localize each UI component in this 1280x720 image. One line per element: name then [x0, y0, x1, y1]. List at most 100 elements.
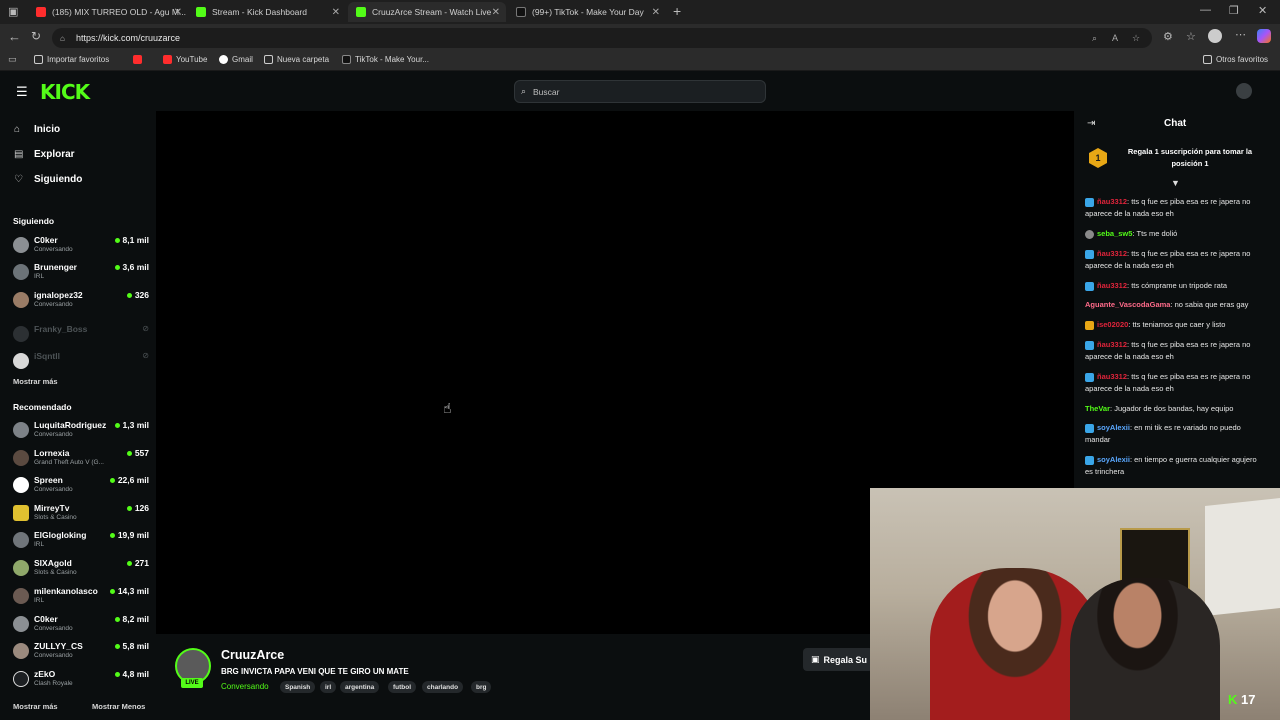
- import-icon: [34, 55, 43, 64]
- show-more-following-button[interactable]: Mostrar más: [13, 377, 58, 386]
- avatar: [13, 532, 29, 548]
- close-tab-icon[interactable]: ✕: [174, 7, 182, 18]
- gift-subscription-button[interactable]: ▣ Regala Su: [803, 648, 873, 671]
- stream-tag[interactable]: brg: [471, 681, 492, 693]
- favorites-icon[interactable]: ☆: [1186, 30, 1196, 43]
- bookmark-import[interactable]: Importar favoritos: [34, 55, 109, 64]
- sidebar-channel[interactable]: milenkanolasco IRL 14,3 mil: [13, 586, 149, 610]
- chat-message: soyAlexii: en tiempo e guerra cualquier …: [1085, 455, 1257, 476]
- show-less-button[interactable]: Mostrar Menos: [92, 702, 145, 711]
- sidebar-channel[interactable]: MirreyTv Slots & Casino 126: [13, 503, 149, 527]
- search-input[interactable]: ⌕ Buscar: [514, 80, 766, 103]
- channel-category: Slots & Casino: [34, 514, 77, 521]
- collapse-chat-icon[interactable]: ⇥: [1087, 118, 1095, 129]
- nav-browse[interactable]: ▤ Explorar: [14, 149, 75, 160]
- browser-tab-kick-dashboard[interactable]: Stream - Kick Dashboard ✕: [188, 2, 346, 22]
- minimize-icon[interactable]: —: [1200, 4, 1211, 16]
- sidebar-channel[interactable]: Brunenger IRL 3,6 mil: [13, 262, 149, 286]
- viewer-count: 8,2 mil: [115, 614, 149, 624]
- chat-username[interactable]: Aguante_VascodaGama: [1085, 300, 1170, 309]
- read-aloud-icon[interactable]: A: [1112, 33, 1118, 43]
- chat-username[interactable]: ñau3312: [1097, 249, 1127, 258]
- close-tab-icon[interactable]: ✕: [332, 7, 340, 18]
- chat-username[interactable]: ñau3312: [1097, 372, 1127, 381]
- following-section-title: Siguiendo: [13, 216, 55, 226]
- stream-category[interactable]: Conversando: [221, 682, 269, 691]
- stream-tag[interactable]: irl: [320, 681, 337, 693]
- sidebar-channel[interactable]: ElGlogloking IRL 19,9 mil: [13, 530, 149, 554]
- more-menu-icon[interactable]: ⋯: [1235, 28, 1246, 41]
- channel-category: IRL: [34, 541, 45, 548]
- stream-tag[interactable]: Spanish: [280, 681, 316, 693]
- sidebar-channel[interactable]: C0ker Conversando 8,1 mil: [13, 235, 149, 259]
- chat-username[interactable]: seba_sw5: [1097, 229, 1132, 238]
- url-input[interactable]: ⌂ https://kick.com/cruuzarce ⌕ A ☆: [52, 28, 1152, 48]
- sidebar-channel[interactable]: Lornexia Grand Theft Auto V (G... 557: [13, 448, 149, 472]
- bookmark-youtube-icon-only[interactable]: [133, 55, 146, 64]
- nav-following[interactable]: ♡ Siguiendo: [14, 174, 82, 185]
- show-more-button[interactable]: Mostrar más: [13, 702, 58, 711]
- chat-username[interactable]: soyAlexii: [1097, 455, 1130, 464]
- bookmark-youtube[interactable]: YouTube: [163, 55, 207, 64]
- chat-expand-icon[interactable]: ▼: [1171, 178, 1180, 188]
- tab-actions-icon[interactable]: ▣: [8, 5, 18, 18]
- streamer-name[interactable]: CruuzArce: [221, 648, 284, 662]
- close-window-icon[interactable]: ✕: [1258, 4, 1267, 17]
- browser-tab-youtube[interactable]: (185) MIX TURREO OLD - Agu M... ✕: [28, 2, 188, 22]
- bookmark-other-favorites[interactable]: Otros favoritos: [1203, 55, 1268, 64]
- pinned-gift-message[interactable]: Regala 1 suscripción para tomar la posic…: [1116, 146, 1264, 170]
- favorite-star-icon[interactable]: ☆: [1132, 33, 1140, 44]
- sidebar-channel[interactable]: C0ker Conversando 8,2 mil: [13, 614, 149, 638]
- extensions-icon[interactable]: ⚙: [1163, 30, 1173, 43]
- sidebar-channel[interactable]: ignalopez32 Conversando 326: [13, 290, 149, 314]
- sidebar-channel[interactable]: Spreen Conversando 22,6 mil: [13, 475, 149, 499]
- bookmark-label: TikTok - Make Your...: [355, 55, 429, 64]
- chat-username[interactable]: ñau3312: [1097, 281, 1127, 290]
- channel-category: IRL: [34, 597, 45, 604]
- bookmark-label: Nueva carpeta: [277, 55, 330, 64]
- close-tab-icon[interactable]: ✕: [652, 7, 660, 18]
- stream-tag[interactable]: futbol: [388, 681, 417, 693]
- avatar: [13, 450, 29, 466]
- stream-tag[interactable]: argentina: [340, 681, 380, 693]
- user-avatar[interactable]: [1236, 83, 1252, 99]
- hamburger-menu-icon[interactable]: ☰: [16, 84, 28, 100]
- sidebar-channel[interactable]: zEkO Clash Royale 4,8 mil: [13, 669, 149, 693]
- chat-title: Chat: [1164, 118, 1187, 129]
- maximize-icon[interactable]: ❐: [1229, 4, 1239, 17]
- channel-name: C0ker: [34, 614, 58, 624]
- nav-label: Siguiendo: [34, 174, 83, 185]
- new-tab-icon[interactable]: +: [673, 3, 681, 19]
- bookmark-gmail[interactable]: Gmail: [219, 55, 253, 64]
- zoom-icon[interactable]: ⌕: [1092, 33, 1097, 44]
- chat-username[interactable]: ise02020: [1097, 320, 1128, 329]
- bookmark-tiktok[interactable]: TikTok - Make Your...: [342, 55, 429, 64]
- kick-logo[interactable]: KICK: [40, 80, 90, 104]
- browser-tab-cruuzarce[interactable]: CruuzArce Stream - Watch Live o... ✕: [348, 2, 506, 22]
- profile-avatar[interactable]: [1208, 29, 1222, 43]
- reload-icon[interactable]: ↻: [31, 29, 41, 43]
- chat-username[interactable]: soyAlexii: [1097, 423, 1130, 432]
- channel-category: Conversando: [34, 652, 73, 659]
- chat-username[interactable]: ñau3312: [1097, 197, 1127, 206]
- bookmark-folder[interactable]: Nueva carpeta: [264, 55, 329, 64]
- sidebar-channel[interactable]: LuquitaRodriguez Conversando 1,3 mil: [13, 420, 149, 444]
- bookmark-label: Gmail: [232, 55, 253, 64]
- chat-username[interactable]: ñau3312: [1097, 340, 1127, 349]
- sidebar-toggle-icon[interactable]: ▭: [8, 54, 17, 65]
- sidebar-channel-offline[interactable]: Franky_Boss ⊘: [13, 324, 149, 348]
- browser-tab-tiktok[interactable]: (99+) TikTok - Make Your Day ✕: [508, 2, 666, 22]
- sidebar-channel[interactable]: ZULLYY_CS Conversando 5,8 mil: [13, 641, 149, 665]
- chat-username[interactable]: TheVar: [1085, 404, 1110, 413]
- nav-home[interactable]: ⌂ Inicio: [14, 124, 60, 135]
- chat-message: ñau3312: tts q fue es piba esa es re jap…: [1085, 249, 1251, 270]
- copilot-icon[interactable]: [1257, 29, 1271, 43]
- close-tab-icon[interactable]: ✕: [492, 7, 500, 18]
- channel-name: ZULLYY_CS: [34, 641, 83, 651]
- back-icon[interactable]: ←: [8, 29, 21, 44]
- sidebar-channel-offline[interactable]: iSqntll ⊘: [13, 351, 149, 375]
- viewer-count: 3,6 mil: [115, 262, 149, 272]
- sidebar-channel[interactable]: SIXAgold Slots & Casino 271: [13, 558, 149, 582]
- stream-tag[interactable]: charlando: [422, 681, 464, 693]
- site-info-icon[interactable]: ⌂: [60, 34, 65, 43]
